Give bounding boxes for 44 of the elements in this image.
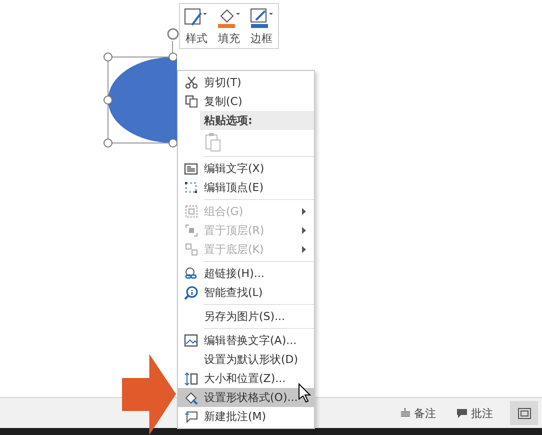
group-icon [184, 205, 198, 218]
normal-view-button[interactable] [510, 401, 538, 425]
format-shape-icon [184, 390, 198, 404]
submenu-caret-icon [302, 208, 306, 215]
toolbar-button[interactable]: 填充 [214, 4, 243, 48]
rotation-handle-icon[interactable] [166, 27, 180, 41]
submenu-caret-icon [302, 246, 306, 253]
size-position-icon [184, 372, 198, 386]
pointing-arrow-icon [122, 354, 176, 435]
submenu-caret-icon [302, 227, 306, 234]
comment-icon [184, 410, 198, 423]
comments-button[interactable]: 批注 [453, 404, 496, 422]
menu-item[interactable]: 复制(C) [178, 92, 314, 111]
fill-bucket-icon [216, 6, 241, 28]
toolbar-button[interactable]: 边框 [248, 4, 276, 48]
comment-bubble-icon [456, 408, 468, 418]
notes-icon [400, 408, 411, 418]
shape-style-icon [184, 6, 208, 28]
menu-item[interactable]: 另存为图片(S)... [178, 307, 314, 326]
mouse-pointer-icon [298, 383, 311, 403]
text-box-icon [184, 162, 198, 174]
normal-view-icon [518, 408, 530, 418]
scissors-icon [184, 76, 198, 89]
menu-item[interactable]: 设置为默认形状(D) [178, 350, 314, 369]
notes-button[interactable]: 备注 [397, 404, 439, 422]
bring-front-icon [184, 224, 198, 237]
menu-item[interactable]: 编辑替换文字(A)... [178, 331, 314, 350]
menu-item[interactable]: 设置形状格式(O)... [178, 388, 314, 407]
send-back-icon [184, 243, 198, 256]
link-icon [184, 267, 198, 280]
menu-item[interactable]: 超链接(H)... [178, 264, 314, 283]
copy-icon [184, 95, 198, 108]
menu-item[interactable]: 剪切(T) [178, 73, 314, 92]
outline-pen-icon [250, 6, 274, 28]
toolbar-button[interactable]: 样式 [182, 4, 210, 48]
menu-item[interactable]: 智能查找(L) [178, 283, 314, 302]
menu-item[interactable]: 大小和位置(Z)... [178, 369, 314, 388]
alt-text-icon [184, 334, 198, 347]
menu-item[interactable]: 编辑顶点(E) [178, 178, 314, 197]
menu-item[interactable]: 新建批注(M) [178, 407, 314, 426]
menu-section-header: 粘贴选项: [200, 111, 314, 130]
menu-item[interactable]: 编辑文字(X) [178, 159, 314, 178]
smart-lookup-icon [184, 286, 198, 300]
edit-points-icon [184, 181, 198, 194]
